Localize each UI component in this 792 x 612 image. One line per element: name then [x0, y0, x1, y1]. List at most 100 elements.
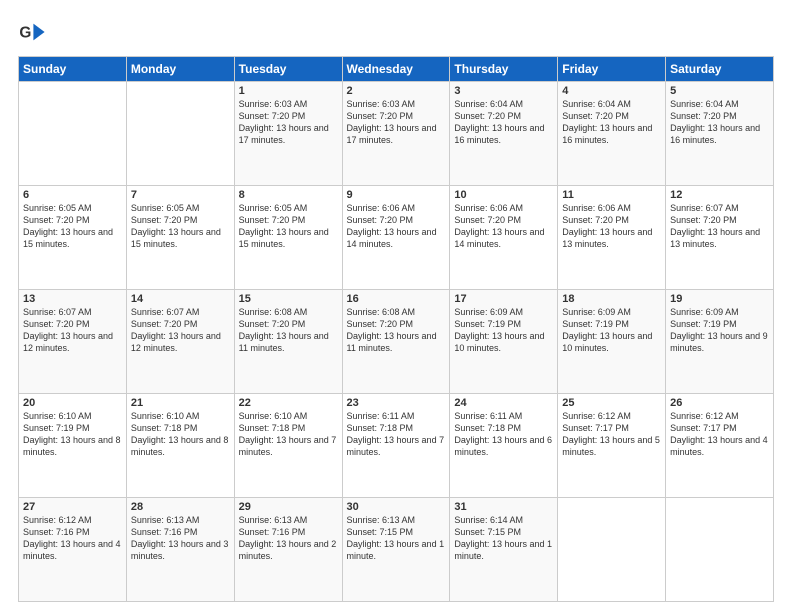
table-row: 23Sunrise: 6:11 AM Sunset: 7:18 PM Dayli…: [342, 394, 450, 498]
table-row: 31Sunrise: 6:14 AM Sunset: 7:15 PM Dayli…: [450, 498, 558, 602]
table-row: 25Sunrise: 6:12 AM Sunset: 7:17 PM Dayli…: [558, 394, 666, 498]
day-number: 10: [454, 189, 553, 201]
page: G Sunday Monday Tuesday Wednesday Thursd…: [0, 0, 792, 612]
day-info: Sunrise: 6:09 AM Sunset: 7:19 PM Dayligh…: [670, 306, 769, 355]
day-number: 26: [670, 397, 769, 409]
day-number: 1: [239, 85, 338, 97]
day-number: 22: [239, 397, 338, 409]
calendar-week-row: 1Sunrise: 6:03 AM Sunset: 7:20 PM Daylig…: [19, 82, 774, 186]
header: G: [18, 18, 774, 46]
col-sunday: Sunday: [19, 57, 127, 82]
table-row: 5Sunrise: 6:04 AM Sunset: 7:20 PM Daylig…: [666, 82, 774, 186]
table-row: 12Sunrise: 6:07 AM Sunset: 7:20 PM Dayli…: [666, 186, 774, 290]
table-row: 28Sunrise: 6:13 AM Sunset: 7:16 PM Dayli…: [126, 498, 234, 602]
table-row: 21Sunrise: 6:10 AM Sunset: 7:18 PM Dayli…: [126, 394, 234, 498]
calendar-week-row: 13 Sunrise: 6:07 AM Sunset: 7:20 PM Dayli…: [19, 290, 774, 394]
calendar-header-row: Sunday Monday Tuesday Wednesday Thursday…: [19, 57, 774, 82]
calendar: Sunday Monday Tuesday Wednesday Thursday…: [18, 56, 774, 602]
day-number: 24: [454, 397, 553, 409]
day-number: 19: [670, 293, 769, 305]
table-row: 2Sunrise: 6:03 AM Sunset: 7:20 PM Daylig…: [342, 82, 450, 186]
table-row: 15Sunrise: 6:08 AM Sunset: 7:20 PM Dayli…: [234, 290, 342, 394]
day-number: 3: [454, 85, 553, 97]
day-info: Sunrise: 6:09 AM Sunset: 7:19 PM Dayligh…: [454, 306, 553, 355]
day-info: Sunrise: 6:04 AM Sunset: 7:20 PM Dayligh…: [562, 98, 661, 147]
table-row: 11Sunrise: 6:06 AM Sunset: 7:20 PM Dayli…: [558, 186, 666, 290]
table-row: 29Sunrise: 6:13 AM Sunset: 7:16 PM Dayli…: [234, 498, 342, 602]
table-row: 30Sunrise: 6:13 AM Sunset: 7:15 PM Dayli…: [342, 498, 450, 602]
table-row: 24Sunrise: 6:11 AM Sunset: 7:18 PM Dayli…: [450, 394, 558, 498]
day-info: Sunrise: 6:11 AM Sunset: 7:18 PM Dayligh…: [347, 410, 446, 459]
day-number: 21: [131, 397, 230, 409]
table-row: 26Sunrise: 6:12 AM Sunset: 7:17 PM Dayli…: [666, 394, 774, 498]
table-row: 8Sunrise: 6:05 AM Sunset: 7:20 PM Daylig…: [234, 186, 342, 290]
logo-icon: G: [18, 18, 46, 46]
day-info: Sunrise: 6:12 AM Sunset: 7:16 PM Dayligh…: [23, 514, 122, 563]
day-number: 8: [239, 189, 338, 201]
day-number: 16: [347, 293, 446, 305]
table-row: 17Sunrise: 6:09 AM Sunset: 7:19 PM Dayli…: [450, 290, 558, 394]
table-row: 9Sunrise: 6:06 AM Sunset: 7:20 PM Daylig…: [342, 186, 450, 290]
day-info: Sunrise: 6:05 AM Sunset: 7:20 PM Dayligh…: [23, 202, 122, 251]
day-number: 31: [454, 501, 553, 513]
day-number: 2: [347, 85, 446, 97]
day-number: 18: [562, 293, 661, 305]
day-number: 17: [454, 293, 553, 305]
table-row: [558, 498, 666, 602]
day-number: 13: [23, 293, 122, 305]
col-thursday: Thursday: [450, 57, 558, 82]
table-row: 22Sunrise: 6:10 AM Sunset: 7:18 PM Dayli…: [234, 394, 342, 498]
calendar-week-row: 20Sunrise: 6:10 AM Sunset: 7:19 PM Dayli…: [19, 394, 774, 498]
day-number: 9: [347, 189, 446, 201]
day-number: 20: [23, 397, 122, 409]
day-number: 12: [670, 189, 769, 201]
day-number: 7: [131, 189, 230, 201]
calendar-week-row: 6Sunrise: 6:05 AM Sunset: 7:20 PM Daylig…: [19, 186, 774, 290]
table-row: 19Sunrise: 6:09 AM Sunset: 7:19 PM Dayli…: [666, 290, 774, 394]
day-info: Sunrise: 6:14 AM Sunset: 7:15 PM Dayligh…: [454, 514, 553, 563]
day-info: Sunrise: 6:04 AM Sunset: 7:20 PM Dayligh…: [670, 98, 769, 147]
day-number: 23: [347, 397, 446, 409]
col-friday: Friday: [558, 57, 666, 82]
table-row: 4Sunrise: 6:04 AM Sunset: 7:20 PM Daylig…: [558, 82, 666, 186]
col-monday: Monday: [126, 57, 234, 82]
day-info: Sunrise: 6:06 AM Sunset: 7:20 PM Dayligh…: [562, 202, 661, 251]
table-row: [666, 498, 774, 602]
table-row: 1Sunrise: 6:03 AM Sunset: 7:20 PM Daylig…: [234, 82, 342, 186]
day-info: Sunrise: 6:05 AM Sunset: 7:20 PM Dayligh…: [131, 202, 230, 251]
day-info: Sunrise: 6:10 AM Sunset: 7:18 PM Dayligh…: [131, 410, 230, 459]
day-info: Sunrise: 6:13 AM Sunset: 7:15 PM Dayligh…: [347, 514, 446, 563]
table-row: 10Sunrise: 6:06 AM Sunset: 7:20 PM Dayli…: [450, 186, 558, 290]
day-info: Sunrise: 6:03 AM Sunset: 7:20 PM Dayligh…: [347, 98, 446, 147]
day-info: Sunrise: 6:03 AM Sunset: 7:20 PM Dayligh…: [239, 98, 338, 147]
col-wednesday: Wednesday: [342, 57, 450, 82]
table-row: 7Sunrise: 6:05 AM Sunset: 7:20 PM Daylig…: [126, 186, 234, 290]
table-row: [19, 82, 127, 186]
day-info: Sunrise: 6:07 AM Sunset: 7:20 PM Dayligh…: [131, 306, 230, 355]
table-row: 18Sunrise: 6:09 AM Sunset: 7:19 PM Dayli…: [558, 290, 666, 394]
day-info: Sunrise: 6:10 AM Sunset: 7:18 PM Dayligh…: [239, 410, 338, 459]
calendar-week-row: 27Sunrise: 6:12 AM Sunset: 7:16 PM Dayli…: [19, 498, 774, 602]
day-number: 30: [347, 501, 446, 513]
day-info: Sunrise: 6:06 AM Sunset: 7:20 PM Dayligh…: [454, 202, 553, 251]
day-number: 27: [23, 501, 122, 513]
table-row: 16Sunrise: 6:08 AM Sunset: 7:20 PM Dayli…: [342, 290, 450, 394]
day-info: Sunrise: 6:12 AM Sunset: 7:17 PM Dayligh…: [670, 410, 769, 459]
table-row: 6Sunrise: 6:05 AM Sunset: 7:20 PM Daylig…: [19, 186, 127, 290]
day-number: 15: [239, 293, 338, 305]
day-number: 11: [562, 189, 661, 201]
day-info: Sunrise: 6:05 AM Sunset: 7:20 PM Dayligh…: [239, 202, 338, 251]
day-info: Sunrise: 6:10 AM Sunset: 7:19 PM Dayligh…: [23, 410, 122, 459]
day-info: Sunrise: 6:12 AM Sunset: 7:17 PM Dayligh…: [562, 410, 661, 459]
day-info: Sunrise: 6:13 AM Sunset: 7:16 PM Dayligh…: [131, 514, 230, 563]
day-info: Sunrise: 6:04 AM Sunset: 7:20 PM Dayligh…: [454, 98, 553, 147]
day-number: 25: [562, 397, 661, 409]
day-info: Sunrise: 6:11 AM Sunset: 7:18 PM Dayligh…: [454, 410, 553, 459]
col-tuesday: Tuesday: [234, 57, 342, 82]
day-number: 4: [562, 85, 661, 97]
svg-text:G: G: [19, 25, 31, 42]
day-info: Sunrise: 6:09 AM Sunset: 7:19 PM Dayligh…: [562, 306, 661, 355]
table-row: 14Sunrise: 6:07 AM Sunset: 7:20 PM Dayli…: [126, 290, 234, 394]
day-number: 5: [670, 85, 769, 97]
table-row: [126, 82, 234, 186]
